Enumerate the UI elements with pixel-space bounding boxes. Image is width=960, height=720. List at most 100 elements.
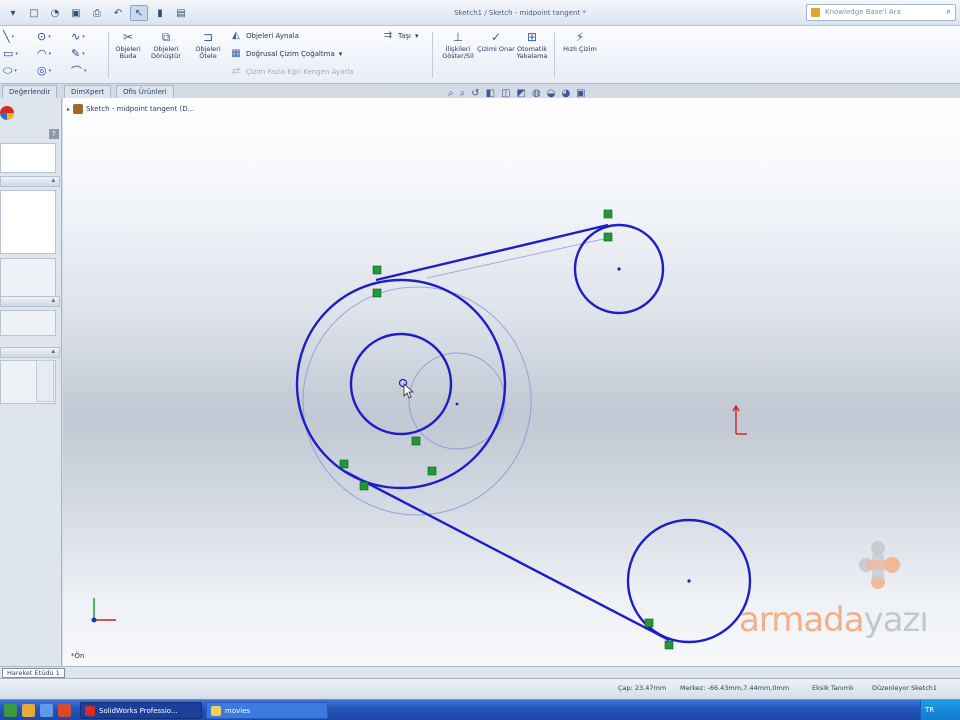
tab-office-products[interactable]: Ofis Ürünleri	[116, 85, 174, 98]
move-entities-button[interactable]: ⇄ Çizim Fazla Eğri Kengen Ayarla	[230, 66, 354, 77]
move-button[interactable]: ⇉ Taşı ▾	[382, 30, 419, 41]
rectangle-tool-icon[interactable]: ▭ ▾	[3, 45, 37, 62]
point-tool-icon[interactable]: ◎ ▾	[37, 62, 71, 79]
tangent-relation-icon[interactable]	[372, 265, 382, 275]
taskbar-app-movies[interactable]: movies	[206, 702, 328, 719]
status-diameter: Çap: 23.47mm	[618, 684, 667, 692]
section-view-icon[interactable]: ◧	[486, 88, 495, 99]
collapse-icon[interactable]: ▴	[51, 176, 55, 184]
existing-relations-list[interactable]	[0, 190, 56, 254]
sketch-geometry	[295, 223, 752, 644]
hide-show-icon[interactable]: ◍	[532, 88, 541, 99]
zoom-fit-icon[interactable]: ⌕	[448, 88, 454, 99]
save-icon[interactable]: ▣	[67, 5, 85, 21]
view-orientation-label: *Ön	[71, 652, 85, 660]
centre-point[interactable]	[617, 267, 621, 271]
options-icon[interactable]: ▤	[172, 5, 190, 21]
help-icon[interactable]: ?	[49, 129, 59, 139]
rapid-sketch-label: Hızlı Çizim	[563, 45, 597, 53]
linear-pattern-button[interactable]: ▦ Doğrusal Çizim Çoğaltma ▾	[230, 48, 342, 59]
rebuild-icon[interactable]: ▮	[151, 5, 169, 21]
belt-tangent-line-bottom[interactable]	[343, 469, 670, 642]
tangent-relation-icon[interactable]	[664, 640, 674, 650]
concentric-relation-icon[interactable]	[427, 466, 437, 476]
arc-tool-icon[interactable]: ◠ ▾	[37, 45, 71, 62]
repair-label: Çizimi Onar	[477, 45, 515, 53]
relations-button[interactable]: ⊥ İlişkileri Göster/Sil	[438, 30, 478, 60]
edit-appearance-icon[interactable]: ◒	[547, 88, 556, 99]
collapse-icon[interactable]: ▴	[51, 296, 55, 304]
mirror-icon: ◭	[232, 30, 240, 41]
tangent-relation-icon[interactable]	[603, 209, 613, 219]
panel-section-header[interactable]: ▴	[0, 296, 60, 307]
taskbar-app-solidworks[interactable]: SolidWorks Professio...	[80, 702, 202, 719]
rapid-sketch-button[interactable]: ⚡ Hızlı Çizim	[560, 30, 600, 53]
heads-up-toolbar: ⌕ ⌕ ↺ ◧ ◫ ◩ ◍ ◒ ◕ ▣	[448, 88, 586, 99]
feature-manager-icon[interactable]	[0, 106, 14, 120]
folder-icon	[211, 706, 221, 716]
open-icon[interactable]: ◔	[46, 5, 64, 21]
start-icon[interactable]	[4, 704, 17, 717]
centre-point[interactable]	[455, 402, 459, 406]
offset-button[interactable]: ⊐ Objeleri Ötele	[188, 30, 228, 60]
snap-button[interactable]: ⊞ Otomatik Yakalama	[512, 30, 552, 60]
panel-section-header[interactable]: ▴	[0, 347, 60, 358]
tab-motion-study[interactable]: Hareket Etüdü 1	[2, 668, 65, 678]
view-settings-icon[interactable]: ▣	[576, 88, 585, 99]
repair-button[interactable]: ✓ Çizimi Onar	[476, 30, 516, 53]
mirror-button[interactable]: ◭ Objeleri Aynala	[230, 30, 299, 41]
graphics-area[interactable]: ▸ Sketch - midpoint tangent (D... armada…	[63, 98, 960, 666]
tangent-relation-icon[interactable]	[603, 232, 613, 242]
pulley-circle-inner[interactable]	[349, 332, 453, 436]
snap-icon: ⊞	[526, 30, 538, 44]
tangent-relation-icon[interactable]	[372, 288, 382, 298]
tangent-relation-icon[interactable]	[644, 618, 654, 628]
new-doc-icon[interactable]: □	[25, 5, 43, 21]
fillet-tool-icon[interactable]: ⌒ ▾	[71, 62, 105, 79]
panel-section-header[interactable]: ▴	[0, 176, 60, 187]
spline-tool-icon[interactable]: ∿ ▾	[71, 28, 105, 45]
print-icon[interactable]: ⎙	[88, 5, 106, 21]
quick-launch-icon[interactable]	[40, 704, 53, 717]
sketch-tools-grid: ╲ ▾ ⊙ ▾ ∿ ▾ ▭ ▾ ◠ ▾ ✎ ▾ ⬭ ▾ ◎ ▾ ⌒ ▾	[3, 28, 105, 79]
quick-launch-icon[interactable]	[58, 704, 71, 717]
sketch-text-icon[interactable]: ✎ ▾	[71, 45, 105, 62]
tab-dimxpert[interactable]: DimXpert	[64, 85, 112, 98]
line-tool-icon[interactable]: ╲ ▾	[3, 28, 37, 45]
snap-label: Otomatik Yakalama	[516, 45, 548, 60]
mirror-label: Objeleri Aynala	[246, 31, 299, 40]
circle-tool-icon[interactable]: ⊙ ▾	[37, 28, 71, 45]
system-tray: TR	[920, 700, 960, 720]
sketch-canvas[interactable]	[63, 98, 960, 666]
convert-button[interactable]: ⧉ Objeleri Dönüştür	[146, 30, 186, 60]
trim-button[interactable]: ✂ Objeleri Buda	[108, 30, 148, 60]
ellipse-tool-icon[interactable]: ⬭ ▾	[3, 62, 37, 79]
undo-icon[interactable]: ↶	[109, 5, 127, 21]
belt-tangent-line-top[interactable]	[375, 223, 609, 282]
panel-message-box	[0, 143, 56, 173]
scene-icon[interactable]: ◕	[561, 88, 570, 99]
quick-launch-icon[interactable]	[22, 704, 35, 717]
watermark-text: armadayazı	[739, 600, 929, 640]
quick-access-toolbar: ▾ □ ◔ ▣ ⎙ ↶ ↖ ▮ ▤	[4, 4, 190, 22]
watermark-part2: yazı	[863, 600, 929, 640]
taskbar-app-label: SolidWorks Professio...	[99, 707, 178, 715]
spin-buttons[interactable]	[36, 360, 54, 402]
display-style-icon[interactable]: ◩	[517, 88, 526, 99]
triad-axis-icon	[91, 598, 116, 623]
view-orientation-icon[interactable]: ◫	[501, 88, 510, 99]
tangent-relation-icon[interactable]	[339, 459, 349, 469]
concentric-relation-icon[interactable]	[411, 436, 421, 446]
centre-point[interactable]	[687, 579, 691, 583]
select-icon[interactable]: ↖	[130, 5, 148, 21]
zoom-area-icon[interactable]: ⌕	[460, 88, 466, 99]
search-icon[interactable]: ⌕	[946, 7, 951, 17]
tab-evaluate[interactable]: Değerlendir	[2, 85, 58, 98]
language-indicator[interactable]: TR	[925, 706, 934, 714]
search-input[interactable]: Knowledge Base'i Ara ⌕	[806, 4, 956, 21]
pulley-circle-large[interactable]	[295, 278, 507, 490]
previous-view-icon[interactable]: ↺	[471, 88, 479, 99]
app-menu-icon[interactable]: ▾	[4, 5, 22, 21]
collapse-icon[interactable]: ▴	[51, 347, 55, 355]
tangent-relation-icon[interactable]	[359, 481, 369, 491]
